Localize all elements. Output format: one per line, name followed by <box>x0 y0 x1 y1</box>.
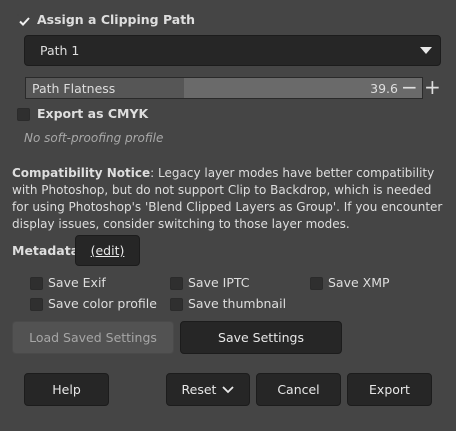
checkmark-icon <box>19 17 30 26</box>
reset-button[interactable]: Reset <box>166 373 250 406</box>
save-xmp-label: Save XMP <box>328 275 390 290</box>
save-exif-checkbox[interactable] <box>30 277 43 290</box>
metadata-edit-label: (edit) <box>90 243 125 258</box>
path-flatness-value: 39.6 <box>370 81 398 96</box>
clipping-path-checkbox[interactable] <box>17 14 30 27</box>
save-color-profile-label: Save color profile <box>48 296 157 311</box>
cancel-button[interactable]: Cancel <box>256 373 341 406</box>
increase-button[interactable]: + <box>424 74 441 100</box>
soft-proofing-profile-text: No soft-proofing profile <box>24 131 164 145</box>
load-saved-settings-button[interactable]: Load Saved Settings <box>12 321 174 354</box>
metadata-edit-button[interactable]: (edit) <box>75 235 140 266</box>
save-color-profile-checkbox[interactable] <box>30 298 43 311</box>
save-xmp-checkbox[interactable] <box>310 277 323 290</box>
compatibility-notice: Compatibility Notice: Legacy layer modes… <box>12 165 448 233</box>
help-button[interactable]: Help <box>24 373 109 406</box>
export-button[interactable]: Export <box>347 373 432 406</box>
metadata-label: Metadata <box>12 243 80 258</box>
save-iptc-checkbox[interactable] <box>170 277 183 290</box>
clipping-path-label: Assign a Clipping Path <box>37 12 196 27</box>
export-cmyk-label: Export as CMYK <box>37 106 149 121</box>
save-thumbnail-checkbox[interactable] <box>170 298 183 311</box>
path-dropdown-value: Path 1 <box>40 43 80 58</box>
path-flatness-label: Path Flatness <box>32 81 116 96</box>
path-dropdown[interactable]: Path 1 <box>24 35 441 66</box>
reset-label: Reset <box>181 382 217 397</box>
path-flatness-slider[interactable]: Path Flatness 39.6 <box>25 77 423 99</box>
save-settings-button[interactable]: Save Settings <box>180 321 342 354</box>
notice-title: Compatibility Notice <box>12 166 151 180</box>
chevron-down-icon <box>222 385 235 393</box>
export-cmyk-checkbox[interactable] <box>17 108 30 121</box>
save-exif-label: Save Exif <box>48 275 106 290</box>
save-thumbnail-label: Save thumbnail <box>188 296 287 311</box>
save-iptc-label: Save IPTC <box>188 275 250 290</box>
decrease-button[interactable]: − <box>401 74 418 100</box>
chevron-down-icon <box>420 47 432 54</box>
